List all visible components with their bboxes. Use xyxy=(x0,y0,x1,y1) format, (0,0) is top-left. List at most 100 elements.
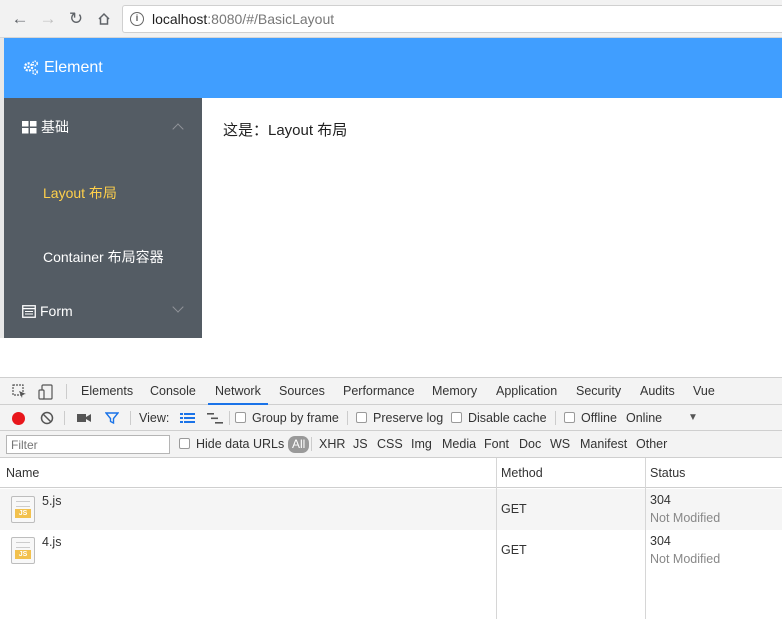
filter-type-other[interactable]: Other xyxy=(636,431,667,458)
column-divider[interactable] xyxy=(496,458,497,619)
devtools-tab-bar: Elements Console Network Sources Perform… xyxy=(0,378,782,405)
filter-bar: Hide data URLs All XHR JS CSS Img Media … xyxy=(0,431,782,458)
column-header-name[interactable]: Name xyxy=(0,458,496,488)
column-divider[interactable] xyxy=(645,458,646,619)
main-content-text: 这是：Layout 布局 xyxy=(223,122,348,139)
chevron-down-icon xyxy=(172,301,184,313)
clear-icon[interactable] xyxy=(40,411,54,425)
filter-type-xhr[interactable]: XHR xyxy=(319,431,345,458)
reload-icon[interactable]: ↻ xyxy=(65,8,87,30)
status-code: 304 xyxy=(650,534,671,548)
tab-performance[interactable]: Performance xyxy=(343,378,415,405)
home-icon[interactable] xyxy=(93,8,115,30)
disable-cache-label: Disable cache xyxy=(468,411,547,425)
status-code: 304 xyxy=(650,493,671,507)
js-file-icon: JS xyxy=(11,496,35,523)
filter-type-css[interactable]: CSS xyxy=(377,431,403,458)
tab-vue[interactable]: Vue xyxy=(693,378,715,405)
network-requests-table: Name Method Status JS 5.js GET 304 Not M… xyxy=(0,458,782,619)
submenu-form-label: Form xyxy=(40,303,73,319)
menu-item-layout[interactable]: Layout 布局 xyxy=(4,165,202,221)
network-toolbar: View: Group by frame Preserve log Disabl… xyxy=(0,405,782,431)
filter-type-doc[interactable]: Doc xyxy=(519,431,541,458)
tab-memory[interactable]: Memory xyxy=(432,378,477,405)
submenu-basic-label: 基础 xyxy=(41,119,69,135)
request-method: GET xyxy=(501,543,527,557)
throttle-dropdown-icon[interactable]: ▼ xyxy=(688,405,698,431)
toolbar-separator xyxy=(347,411,348,425)
offline-checkbox[interactable]: Offline xyxy=(564,405,617,431)
filter-type-media[interactable]: Media xyxy=(442,431,476,458)
tab-separator xyxy=(66,384,67,399)
submenu-form[interactable]: Form xyxy=(4,283,202,339)
disable-cache-checkbox[interactable]: Disable cache xyxy=(451,405,547,431)
column-header-status[interactable]: Status xyxy=(646,458,782,488)
filter-type-ws[interactable]: WS xyxy=(550,431,570,458)
checkbox-box[interactable] xyxy=(235,412,246,423)
record-button[interactable] xyxy=(12,412,25,425)
checkbox-box[interactable] xyxy=(564,412,575,423)
cogs-icon xyxy=(23,60,39,76)
request-name: 4.js xyxy=(42,535,62,549)
filter-icon[interactable] xyxy=(105,411,119,425)
hide-data-urls-label: Hide data URLs xyxy=(196,437,285,451)
view-label: View: xyxy=(139,411,170,425)
forward-icon[interactable]: → xyxy=(37,8,59,30)
filter-type-img[interactable]: Img xyxy=(411,431,432,458)
table-row[interactable]: JS 4.js GET 304 Not Modified xyxy=(0,530,782,571)
column-header-method[interactable]: Method xyxy=(497,458,645,488)
brand-title[interactable]: Element xyxy=(44,59,103,77)
status-text: Not Modified xyxy=(650,552,721,566)
menu-item-container[interactable]: Container 布局容器 xyxy=(4,229,202,285)
browser-toolbar: ← → ↻ i localhost:8080/#/BasicLayout xyxy=(0,0,782,38)
filter-input[interactable] xyxy=(6,435,170,454)
table-row[interactable]: JS 5.js GET 304 Not Modified xyxy=(0,489,782,530)
toolbar-separator xyxy=(64,411,65,425)
tab-audits[interactable]: Audits xyxy=(640,378,675,405)
tab-security[interactable]: Security xyxy=(576,378,621,405)
form-icon xyxy=(22,304,36,318)
tab-network[interactable]: Network xyxy=(208,378,268,405)
throttle-select[interactable]: Online xyxy=(626,405,662,431)
filter-separator xyxy=(311,437,312,451)
preserve-log-checkbox[interactable]: Preserve log xyxy=(356,405,443,431)
request-name: 5.js xyxy=(42,494,62,508)
grid-icon xyxy=(22,120,37,133)
toolbar-separator xyxy=(229,411,230,425)
waterfall-icon[interactable] xyxy=(207,413,223,424)
large-rows-icon[interactable] xyxy=(180,413,195,423)
info-icon[interactable]: i xyxy=(130,12,144,26)
checkbox-box[interactable] xyxy=(179,438,190,449)
js-file-icon: JS xyxy=(11,537,35,564)
back-icon[interactable]: ← xyxy=(9,8,31,30)
filter-type-all[interactable]: All xyxy=(288,436,310,453)
tab-sources[interactable]: Sources xyxy=(279,378,325,405)
tab-application[interactable]: Application xyxy=(496,378,557,405)
tab-console[interactable]: Console xyxy=(150,378,196,405)
address-bar[interactable]: i localhost:8080/#/BasicLayout xyxy=(122,5,782,33)
camera-icon[interactable] xyxy=(77,413,91,423)
submenu-basic[interactable]: 基础 xyxy=(4,99,202,155)
hide-data-urls-checkbox[interactable]: Hide data URLs xyxy=(179,431,284,458)
checkbox-box[interactable] xyxy=(451,412,462,423)
filter-type-font[interactable]: Font xyxy=(484,431,509,458)
inspect-icon[interactable] xyxy=(12,384,27,399)
offline-label: Offline xyxy=(581,411,617,425)
device-toggle-icon[interactable] xyxy=(38,384,54,400)
url-text: localhost:8080/#/BasicLayout xyxy=(152,11,335,27)
status-text: Not Modified xyxy=(650,511,721,525)
tab-elements[interactable]: Elements xyxy=(81,378,133,405)
group-by-frame-label: Group by frame xyxy=(252,411,339,425)
sidebar-menu: 基础 Layout 布局 Container 布局容器 Form xyxy=(4,98,202,338)
preserve-log-label: Preserve log xyxy=(373,411,444,425)
filter-type-manifest[interactable]: Manifest xyxy=(580,431,627,458)
toolbar-separator xyxy=(130,411,131,425)
checkbox-box[interactable] xyxy=(356,412,367,423)
request-method: GET xyxy=(501,502,527,516)
filter-type-js[interactable]: JS xyxy=(353,431,368,458)
devtools-panel: Elements Console Network Sources Perform… xyxy=(0,377,782,619)
app-header: Element xyxy=(4,38,782,98)
group-by-frame-checkbox[interactable]: Group by frame xyxy=(235,405,339,431)
toolbar-separator xyxy=(555,411,556,425)
chevron-up-icon xyxy=(172,123,184,135)
